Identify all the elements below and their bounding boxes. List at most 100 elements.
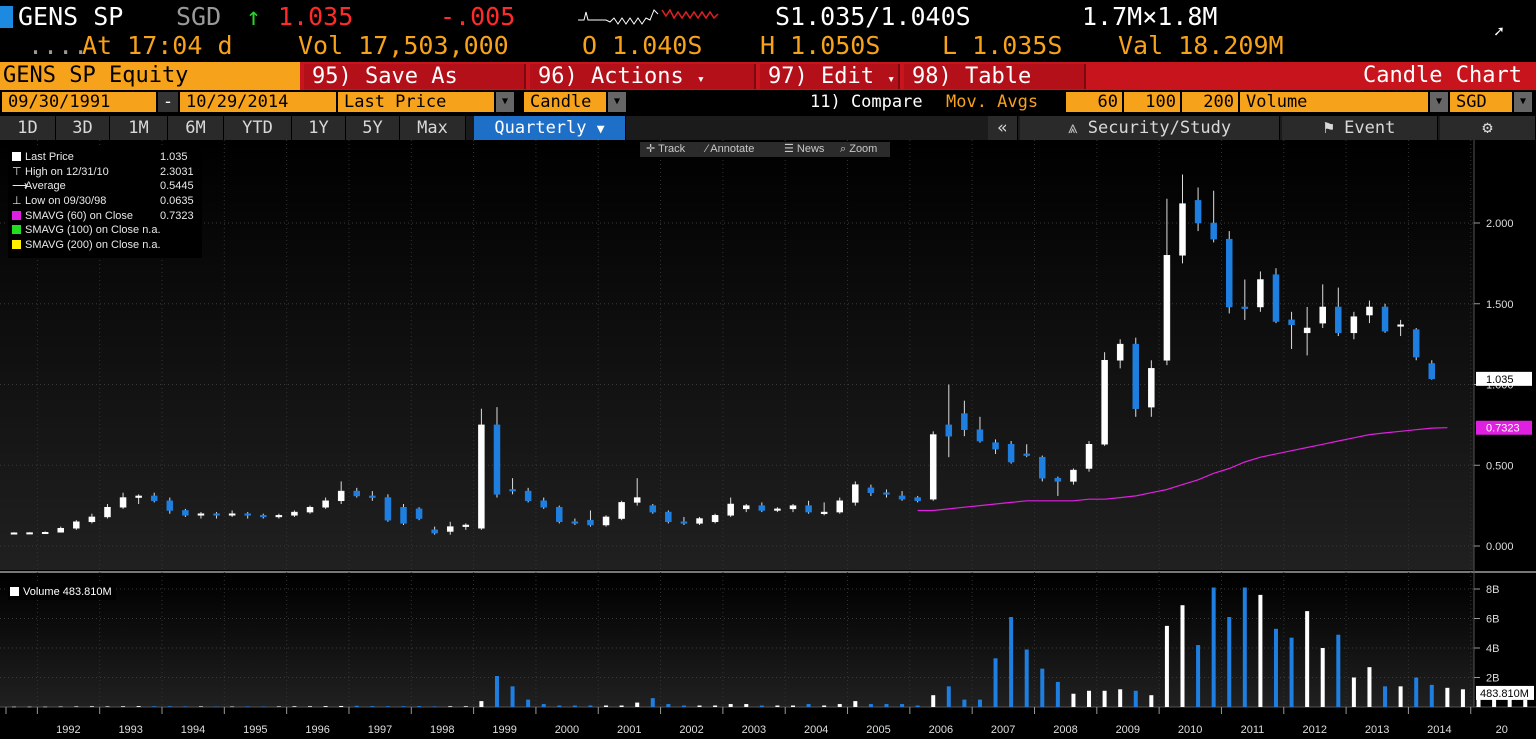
volume-bar xyxy=(292,706,297,707)
candle-up xyxy=(1319,306,1326,324)
candle-up xyxy=(602,516,610,526)
currency-dropdown-icon[interactable]: ▼ xyxy=(1514,92,1532,112)
lower-study-select[interactable]: Volume xyxy=(1240,92,1428,112)
event-tab[interactable]: ⚑ Event xyxy=(1282,116,1438,140)
chart-legend[interactable]: Last Price 1.035 ⊤ High on 12/31/10 2.303… xyxy=(8,148,202,258)
security-study-label: Security/Study xyxy=(1087,118,1232,138)
annotate-button[interactable]: ⁄ Annotate xyxy=(706,142,754,157)
edit-menu[interactable]: 97) Edit ▾ xyxy=(760,64,900,89)
legend-swatch-smavg100 xyxy=(12,225,21,234)
save-as-button[interactable]: 95) Save As xyxy=(304,64,526,89)
candle-up xyxy=(275,515,283,518)
chart-area[interactable]: 0.0000.5001.0001.5002.000 2B4B6B8B 19921… xyxy=(0,140,1536,739)
candle-down xyxy=(587,519,594,526)
tab-max[interactable]: Max xyxy=(400,116,466,140)
candle-down xyxy=(961,413,968,430)
collapse-button[interactable]: « xyxy=(988,116,1018,140)
volume-bar xyxy=(806,704,811,707)
volume-bar xyxy=(900,704,905,707)
tab-6m[interactable]: 6M xyxy=(168,116,224,140)
volume-bar xyxy=(1460,689,1465,707)
candle-down xyxy=(431,529,438,534)
candle-up xyxy=(291,511,298,516)
average-marker-icon: ⟶ xyxy=(12,180,28,192)
currency-select[interactable]: SGD xyxy=(1450,92,1512,112)
tab-1y[interactable]: 1Y xyxy=(292,116,346,140)
date-range-dash: - xyxy=(158,92,178,112)
field-dropdown-icon[interactable]: ▼ xyxy=(496,92,514,112)
tab-1d[interactable]: 1D xyxy=(0,116,56,140)
volume-bar xyxy=(1258,594,1263,707)
volume-bar xyxy=(1367,667,1372,707)
volume-bar xyxy=(1336,634,1341,707)
end-date-field[interactable]: 10/29/2014 xyxy=(180,92,336,112)
volume-bar xyxy=(1040,668,1045,707)
candle-up xyxy=(1116,343,1124,361)
legend-value: 0.5445 xyxy=(160,180,194,192)
ma-period-1[interactable]: 60 xyxy=(1066,92,1122,112)
candle-down xyxy=(649,505,657,513)
last-price: 1.035 xyxy=(278,2,354,31)
trade-time: At 17:04 d xyxy=(82,31,233,60)
legend-label: Low on 09/30/98 xyxy=(25,195,107,207)
news-label: News xyxy=(796,143,825,155)
candle-up xyxy=(1366,306,1373,316)
ma-period-3[interactable]: 200 xyxy=(1182,92,1238,112)
candle-down xyxy=(1194,200,1202,224)
news-button[interactable]: ☰ News xyxy=(784,142,824,157)
volume-bar xyxy=(853,701,858,707)
candle-up xyxy=(1101,360,1108,445)
compare-button[interactable]: 11) Compare xyxy=(810,92,923,112)
candle-down xyxy=(509,489,516,492)
smavg-flag-text: 0.7323 xyxy=(1486,423,1520,435)
security-study-tab[interactable]: ⩓ Security/Study xyxy=(1020,116,1280,140)
table-button[interactable]: 98) Table xyxy=(904,64,1086,89)
candle-up xyxy=(337,490,345,502)
tab-3d[interactable]: 3D xyxy=(56,116,110,140)
candle-up xyxy=(633,497,641,503)
field-select[interactable]: Last Price xyxy=(338,92,494,112)
ma-period-2[interactable]: 100 xyxy=(1124,92,1180,112)
style-dropdown-icon[interactable]: ▼ xyxy=(608,92,626,112)
volume-bar xyxy=(136,706,141,707)
zoom-button[interactable]: ⌕ Zoom xyxy=(840,142,877,157)
candle-up xyxy=(322,500,329,508)
start-date-field[interactable]: 09/30/1991 xyxy=(2,92,156,112)
settings-button[interactable]: ⚙ xyxy=(1440,116,1536,140)
actions-chevron-icon: ▾ xyxy=(696,72,705,87)
price-tick-label: 0.500 xyxy=(1486,460,1514,472)
candle-down xyxy=(400,506,407,524)
track-button[interactable]: ✛ Track xyxy=(646,142,685,157)
volume-bar xyxy=(230,706,235,708)
candle-up xyxy=(774,508,781,511)
candle-up xyxy=(119,497,127,508)
high: H 1.050S xyxy=(760,31,881,60)
tab-1m[interactable]: 1M xyxy=(110,116,168,140)
candle-down xyxy=(805,505,812,513)
actions-menu[interactable]: 96) Actions ▾ xyxy=(530,64,756,89)
candle-up xyxy=(1163,255,1171,361)
price-tick-label: 1.500 xyxy=(1486,299,1514,311)
tab-ytd[interactable]: YTD xyxy=(224,116,292,140)
volume-bar xyxy=(962,699,967,707)
legend-value: 0.7323 xyxy=(160,210,194,222)
volume-bar xyxy=(526,699,531,707)
candle-down xyxy=(1288,319,1295,325)
lower-study-dropdown-icon[interactable]: ▼ xyxy=(1430,92,1448,112)
candle-down xyxy=(1381,306,1389,332)
candle-down xyxy=(1241,306,1249,309)
candle-down xyxy=(898,495,906,500)
chart-type-label: Candle Chart xyxy=(1363,63,1522,88)
volume-bar xyxy=(744,704,749,707)
volume-bar xyxy=(245,706,250,707)
style-select[interactable]: Candle xyxy=(524,92,606,112)
legend-row-smavg200: SMAVG (200) on Close n.a. xyxy=(12,238,161,252)
volume-tick-label: 6B xyxy=(1486,614,1499,626)
volume-bar xyxy=(183,706,188,707)
candle-up xyxy=(1303,327,1311,334)
volume-bar xyxy=(1289,637,1294,707)
tab-quarterly[interactable]: Quarterly ▼ xyxy=(474,116,626,140)
bid-ask: S1.035/1.040S xyxy=(775,2,971,31)
tab-5y[interactable]: 5Y xyxy=(346,116,400,140)
volume-bar xyxy=(1305,611,1310,707)
